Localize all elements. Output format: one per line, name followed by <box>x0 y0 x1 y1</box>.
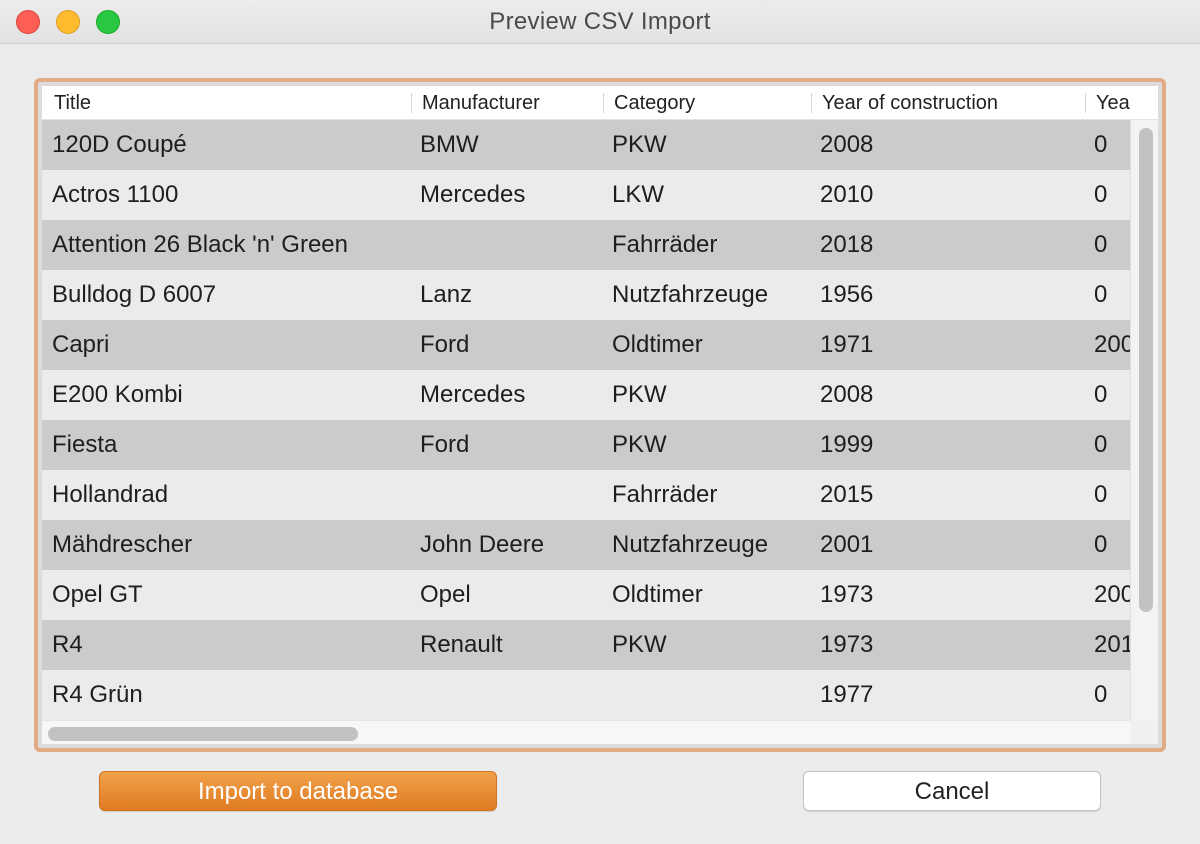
cell-title: Attention 26 Black 'n' Green <box>52 231 349 258</box>
cell-category: PKW <box>612 131 667 158</box>
cell-title: Mähdrescher <box>52 531 193 558</box>
cell-category: PKW <box>612 381 667 408</box>
horizontal-scrollbar[interactable] <box>42 720 1130 744</box>
cell-year-of-construction: 2015 <box>820 481 874 508</box>
cell-category: PKW <box>612 631 667 658</box>
cell-year-of-construction: 1971 <box>820 331 874 358</box>
table-body: 120D Coupé BMW PKW 2008 0 Actros 1100 Mercedes… <box>42 120 1130 720</box>
cell-title: R4 Grün <box>52 681 143 708</box>
cell-year: 0 <box>1094 681 1108 708</box>
cell-category: Nutzfahrzeuge <box>612 281 769 308</box>
horizontal-scroll-thumb[interactable] <box>48 727 358 741</box>
cell-title: Bulldog D 6007 <box>52 281 217 308</box>
cell-category: Fahrräder <box>612 231 718 258</box>
table-row[interactable]: Fiesta Ford PKW 1999 0 <box>42 420 1130 470</box>
window-title: Preview CSV Import <box>489 8 711 35</box>
table-row[interactable]: Capri Ford Oldtimer 1971 200 <box>42 320 1130 370</box>
cell-manufacturer <box>420 220 602 270</box>
cell-title: Hollandrad <box>52 481 169 508</box>
cell-title: 120D Coupé <box>52 131 187 158</box>
cell-manufacturer: Mercedes <box>420 381 526 408</box>
cell-year-of-construction: 1956 <box>820 281 874 308</box>
cell-manufacturer: Renault <box>420 631 503 658</box>
column-header-year-truncated[interactable]: Yea <box>1096 86 1158 120</box>
table-row[interactable]: Hollandrad Fahrräder 2015 0 <box>42 470 1130 520</box>
cell-title: Actros 1100 <box>52 181 179 208</box>
cell-year-of-construction: 1973 <box>820 581 874 608</box>
cell-year: 0 <box>1094 181 1108 208</box>
table-row[interactable]: R4 Renault PKW 1973 201 <box>42 620 1130 670</box>
table-row[interactable]: Actros 1100 Mercedes LKW 2010 0 <box>42 170 1130 220</box>
cell-year: 0 <box>1094 281 1108 308</box>
cell-year: 200 <box>1094 581 1130 608</box>
vertical-scroll-thumb[interactable] <box>1139 128 1153 612</box>
column-header-title[interactable]: Title <box>54 86 404 120</box>
cell-manufacturer <box>420 470 602 520</box>
vertical-scrollbar[interactable] <box>1130 120 1158 720</box>
cell-manufacturer: Ford <box>420 431 470 458</box>
table-header: Title Manufacturer Category Year of cons… <box>42 86 1158 120</box>
cell-manufacturer: Lanz <box>420 281 473 308</box>
cell-year-of-construction: 2010 <box>820 181 874 208</box>
cell-year: 0 <box>1094 231 1108 258</box>
cell-manufacturer: Opel <box>420 581 471 608</box>
cell-manufacturer: John Deere <box>420 531 545 558</box>
cell-category <box>612 670 812 720</box>
cell-year: 0 <box>1094 531 1108 558</box>
cell-manufacturer: Mercedes <box>420 181 526 208</box>
cell-category: LKW <box>612 181 665 208</box>
import-to-database-button[interactable]: Import to database <box>99 771 497 811</box>
column-divider[interactable] <box>1085 93 1086 113</box>
table-row[interactable]: Bulldog D 6007 Lanz Nutzfahrzeuge 1956 0 <box>42 270 1130 320</box>
csv-preview-table-frame: Title Manufacturer Category Year of cons… <box>34 78 1166 752</box>
cell-year-of-construction: 2001 <box>820 531 874 558</box>
table-row[interactable]: R4 Grün 1977 0 <box>42 670 1130 720</box>
cell-year-of-construction: 1999 <box>820 431 874 458</box>
column-divider[interactable] <box>411 93 412 113</box>
window-titlebar: Preview CSV Import <box>0 0 1200 44</box>
cell-category: PKW <box>612 431 667 458</box>
cell-title: Fiesta <box>52 431 118 458</box>
cell-title: R4 <box>52 631 83 658</box>
cell-year: 201 <box>1094 631 1130 658</box>
cell-year-of-construction: 2008 <box>820 381 874 408</box>
cell-year: 0 <box>1094 431 1108 458</box>
column-divider[interactable] <box>603 93 604 113</box>
cell-year-of-construction: 2008 <box>820 131 874 158</box>
cell-manufacturer: Ford <box>420 331 470 358</box>
cell-year: 0 <box>1094 481 1108 508</box>
cell-category: Fahrräder <box>612 481 718 508</box>
cell-category: Oldtimer <box>612 581 703 608</box>
scroll-corner <box>1130 720 1158 744</box>
cell-year-of-construction: 1973 <box>820 631 874 658</box>
cell-year: 200 <box>1094 331 1130 358</box>
table-row[interactable]: Attention 26 Black 'n' Green Fahrräder 201… <box>42 220 1130 270</box>
cell-year: 0 <box>1094 381 1108 408</box>
cell-category: Nutzfahrzeuge <box>612 531 769 558</box>
column-divider[interactable] <box>811 93 812 113</box>
cell-title: E200 Kombi <box>52 381 183 408</box>
table-row[interactable]: Mähdrescher John Deere Nutzfahrzeuge 2001 0 <box>42 520 1130 570</box>
cell-manufacturer <box>420 670 602 720</box>
column-header-manufacturer[interactable]: Manufacturer <box>422 86 602 120</box>
cancel-button[interactable]: Cancel <box>803 771 1101 811</box>
column-header-category[interactable]: Category <box>614 86 810 120</box>
cell-title: Capri <box>52 331 110 358</box>
table-row[interactable]: E200 Kombi Mercedes PKW 2008 0 <box>42 370 1130 420</box>
cell-manufacturer: BMW <box>420 131 479 158</box>
csv-preview-table[interactable]: Title Manufacturer Category Year of cons… <box>42 86 1158 744</box>
table-row[interactable]: Opel GT Opel Oldtimer 1973 200 <box>42 570 1130 620</box>
cell-year: 0 <box>1094 131 1108 158</box>
table-row[interactable]: 120D Coupé BMW PKW 2008 0 <box>42 120 1130 170</box>
cell-category: Oldtimer <box>612 331 703 358</box>
cell-title: Opel GT <box>52 581 143 608</box>
cell-year-of-construction: 2018 <box>820 231 874 258</box>
cell-year-of-construction: 1977 <box>820 681 874 708</box>
column-header-year-of-construction[interactable]: Year of construction <box>822 86 1082 120</box>
